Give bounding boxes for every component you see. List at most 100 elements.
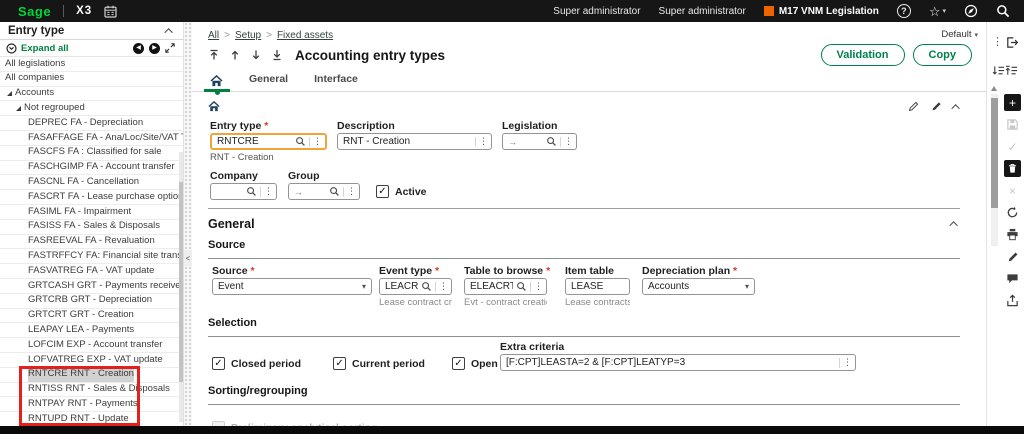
tree-item[interactable]: RNTISS RNT - Sales & Disposals: [0, 383, 183, 398]
entry-type-input[interactable]: [217, 136, 292, 147]
help-icon[interactable]: ?: [897, 4, 911, 18]
jump-arrow-icon[interactable]: →: [294, 187, 303, 197]
depreciation-plan-select[interactable]: Accounts ▾: [642, 278, 755, 295]
lookup-icon[interactable]: [295, 136, 306, 147]
field-menu-icon[interactable]: ⋮: [843, 358, 852, 367]
field-menu-icon[interactable]: ⋮: [479, 137, 488, 146]
source-select[interactable]: Event ▾: [212, 278, 372, 295]
tree-item[interactable]: RNTPAY RNT - Payments: [0, 397, 183, 412]
tree-item[interactable]: GRTCASH GRT - Payments received: [0, 279, 183, 294]
home-section-icon[interactable]: [208, 101, 220, 112]
description-input[interactable]: [343, 136, 472, 147]
expanded-node-icon[interactable]: [16, 106, 21, 111]
current-period-checkbox[interactable]: ✓: [333, 357, 346, 370]
collapse-panel-icon[interactable]: [164, 28, 172, 36]
user-menu[interactable]: Super administrator: [553, 6, 640, 17]
legislation-field[interactable]: → ⋮: [502, 133, 577, 150]
customize-pen-icon[interactable]: [908, 101, 919, 112]
tree-item[interactable]: All legislations: [0, 57, 183, 72]
extra-criteria-input[interactable]: [506, 357, 836, 368]
lookup-icon[interactable]: [246, 186, 257, 197]
share-button[interactable]: [1004, 292, 1021, 309]
company-input[interactable]: [216, 186, 243, 197]
tree-item[interactable]: FASCFS FA : Classified for sale: [0, 146, 183, 161]
description-field[interactable]: ⋮: [337, 133, 492, 150]
table-to-browse-field[interactable]: ⋮: [464, 278, 547, 295]
last-record-icon[interactable]: [271, 49, 283, 61]
tree-item[interactable]: RNTUPD RNT - Update: [0, 412, 183, 427]
more-actions-icon[interactable]: ⋮: [992, 37, 1003, 48]
previous-record-arrow-icon[interactable]: [229, 49, 241, 61]
content-scrollbar[interactable]: [991, 94, 998, 246]
expanded-node-icon[interactable]: [7, 91, 12, 96]
tree-item[interactable]: FASCHGIMP FA - Account transfer: [0, 161, 183, 176]
tree-item[interactable]: All companies: [0, 72, 183, 87]
legislation-badge[interactable]: M17 VNM Legislation: [764, 6, 879, 17]
event-type-input[interactable]: [385, 281, 418, 292]
group-input[interactable]: [306, 186, 326, 197]
closed-period-checkbox[interactable]: ✓: [212, 357, 225, 370]
table-to-browse-input[interactable]: [470, 281, 513, 292]
role-menu[interactable]: Super administrator: [659, 6, 746, 17]
calendar-icon[interactable]: [104, 5, 117, 18]
delete-button[interactable]: [1004, 160, 1021, 177]
scroll-up-icon[interactable]: [991, 86, 997, 91]
tree-item[interactable]: Not regrouped: [0, 101, 183, 116]
previous-record-icon[interactable]: ◀: [133, 43, 144, 54]
tree-item[interactable]: GRTCRT GRT - Creation: [0, 309, 183, 324]
entry-type-field[interactable]: ⋮: [210, 133, 327, 150]
tree-item[interactable]: FASCNL FA - Cancellation: [0, 175, 183, 190]
open-period-checkbox[interactable]: ✓: [452, 357, 465, 370]
field-menu-icon[interactable]: ⋮: [347, 187, 356, 196]
tab-interface[interactable]: Interface: [314, 73, 358, 91]
favorites-menu[interactable]: ☆ ▾: [929, 5, 946, 18]
tree-item[interactable]: GRTCRB GRT - Depreciation: [0, 294, 183, 309]
explore-compass-icon[interactable]: [964, 4, 978, 18]
first-record-icon[interactable]: [208, 49, 220, 61]
event-type-field[interactable]: ⋮: [379, 278, 452, 295]
tree-item[interactable]: FASVATREG FA - VAT update: [0, 264, 183, 279]
collapse-sidebar-icon[interactable]: <: [184, 250, 192, 266]
edit-pencil-icon[interactable]: [931, 101, 942, 112]
collapse-all-sections-icon[interactable]: [992, 65, 1005, 77]
tree-item[interactable]: FASAFFAGE FA - Ana/Loc/Site/VAT Transfer: [0, 131, 183, 146]
tree-item[interactable]: FASCRT FA - Lease purchase option: [0, 190, 183, 205]
field-menu-icon[interactable]: ⋮: [439, 282, 448, 291]
sidebar-scrollbar-thumb[interactable]: [179, 182, 183, 382]
lookup-icon[interactable]: [421, 281, 432, 292]
tree-item[interactable]: FASIML FA - Impairment: [0, 205, 183, 220]
tab-home[interactable]: [210, 75, 223, 91]
copy-button[interactable]: Copy: [913, 44, 973, 66]
tree-item[interactable]: DEPREC FA - Depreciation: [0, 116, 183, 131]
field-menu-icon[interactable]: ⋮: [564, 137, 573, 146]
refresh-button[interactable]: [1004, 204, 1021, 221]
tree-item[interactable]: FASREEVAL FA - Revaluation: [0, 235, 183, 250]
edit-button[interactable]: [1004, 248, 1021, 265]
new-button[interactable]: +: [1004, 94, 1021, 111]
lookup-icon[interactable]: [516, 281, 527, 292]
tree-item[interactable]: Accounts: [0, 87, 183, 102]
search-icon[interactable]: [996, 4, 1010, 18]
collapse-general-icon[interactable]: [949, 221, 957, 229]
tab-general[interactable]: General: [249, 73, 288, 91]
next-record-arrow-icon[interactable]: [250, 49, 262, 61]
field-menu-icon[interactable]: ⋮: [313, 137, 322, 146]
field-menu-icon[interactable]: ⋮: [534, 282, 543, 291]
group-field[interactable]: → ⋮: [288, 183, 360, 200]
field-menu-icon[interactable]: ⋮: [264, 187, 273, 196]
expand-all-button[interactable]: Expand all: [6, 43, 69, 54]
breadcrumb-link[interactable]: All: [208, 30, 219, 41]
extra-criteria-field[interactable]: ⋮: [500, 354, 856, 371]
jump-arrow-icon[interactable]: →: [508, 137, 517, 147]
active-checkbox[interactable]: ✓: [376, 185, 389, 198]
lookup-icon[interactable]: [546, 136, 557, 147]
content-scrollbar-thumb[interactable]: [991, 98, 998, 208]
next-record-icon[interactable]: ▶: [149, 43, 160, 54]
breadcrumb-link[interactable]: Fixed assets: [277, 30, 333, 41]
panel-resize-handle[interactable]: <: [184, 22, 192, 426]
tree-item[interactable]: LOFCIM EXP - Account transfer: [0, 338, 183, 353]
print-button[interactable]: [1004, 226, 1021, 243]
collapse-section-icon[interactable]: [951, 104, 959, 112]
breadcrumb-link[interactable]: Setup: [235, 30, 261, 41]
expand-panel-icon[interactable]: [165, 43, 175, 53]
